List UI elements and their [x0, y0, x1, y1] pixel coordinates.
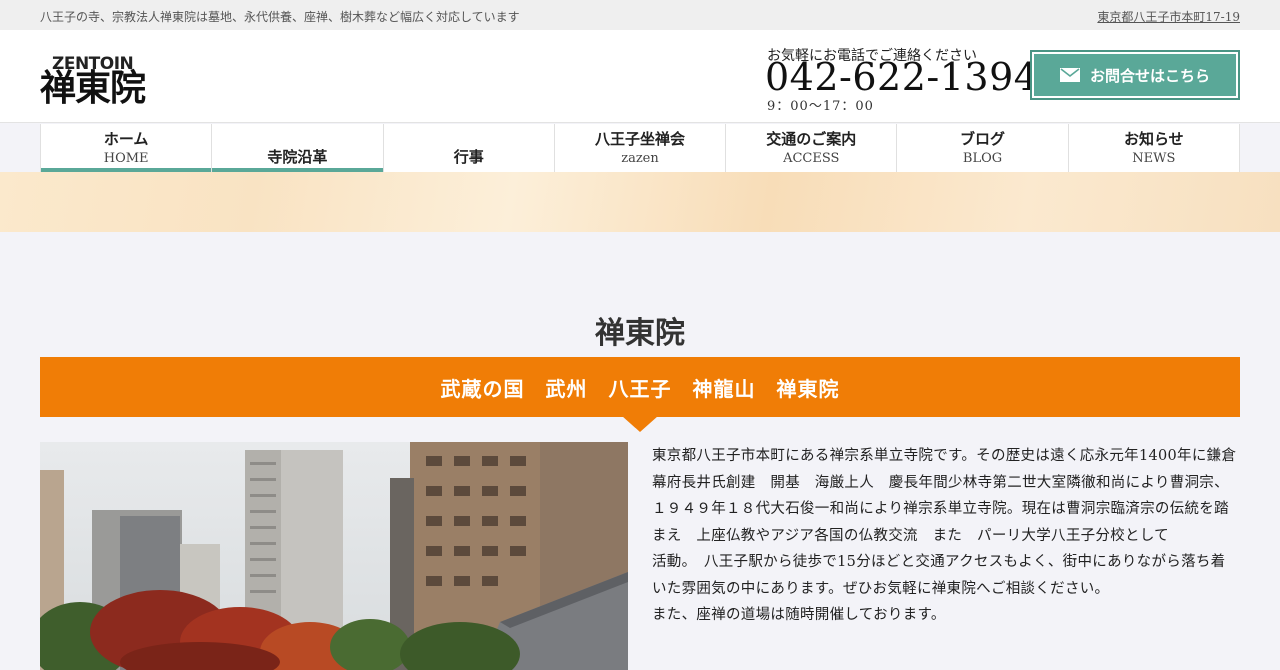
nav-sublabel: ACCESS [783, 151, 840, 166]
heading-banner: 武蔵の国 武州 八王子 神龍山 禅東院 [40, 357, 1240, 417]
nav-sublabel: BLOG [962, 151, 1003, 166]
nav-item-events[interactable]: 行事 [382, 124, 554, 172]
nav-item-history[interactable]: 寺院沿革 [211, 124, 383, 172]
nav-label: 寺院沿革 [267, 148, 328, 166]
nav-item-access[interactable]: 交通のご案内 ACCESS [725, 124, 896, 172]
intro-paragraph: また、座禅の道場は随時開催しております。 [652, 607, 946, 623]
main-nav: ホーム HOME 寺院沿革 行事 八王子坐禅会 zazen 交通のご案内 ACC… [40, 124, 1240, 172]
nav-sublabel: HOME [103, 151, 149, 166]
top-bar: 八王子の寺、宗教法人禅東院は墓地、永代供養、座禅、樹木葬など幅広く対応しています… [0, 0, 1280, 30]
decorative-banner [0, 172, 1280, 232]
temple-photo [40, 442, 628, 670]
nav-label: 行事 [453, 148, 484, 166]
nav-label: 交通のご案内 [766, 130, 857, 148]
nav-label: お知らせ [1123, 130, 1184, 148]
nav-label: ブログ [960, 130, 1006, 148]
intro-paragraph: 活動。 八王子駅から徒歩で15分ほどと交通アクセスもよく、街中にありながら落ち着… [652, 554, 1226, 597]
business-hours: 9：00〜17：00 [767, 99, 874, 114]
nav-item-zazen[interactable]: 八王子坐禅会 zazen [553, 124, 725, 172]
nav-item-home[interactable]: ホーム HOME [40, 124, 212, 172]
logo-japanese: 禅東院 [40, 67, 146, 109]
intro-text: 東京都八王子市本町にある禅宗系単立寺院です。その歴史は遠く応永元年1400年に鎌… [652, 443, 1240, 629]
nav-item-blog[interactable]: ブログ BLOG [896, 124, 1067, 172]
intro-paragraph: 東京都八王子市本町にある禅宗系単立寺院です。その歴史は遠く応永元年1400年に鎌… [652, 448, 1237, 544]
site-header: ZENTOIN 禅東院 お気軽にお電話でご連絡ください 042-622-1394… [0, 30, 1280, 123]
banner-arrow [622, 416, 658, 432]
nav-sublabel: zazen [621, 151, 659, 166]
nav-label: ホーム [103, 130, 149, 148]
page-title: 禅東院 [595, 316, 685, 351]
nav-sublabel: NEWS [1132, 151, 1176, 166]
nav-label: 八王子坐禅会 [594, 130, 685, 148]
phone-number[interactable]: 042-622-1394 [765, 56, 1038, 99]
address-link[interactable]: 東京都八王子市本町17-19 [1097, 8, 1240, 25]
heading-banner-text: 武蔵の国 武州 八王子 神龍山 禅東院 [440, 376, 840, 401]
contact-button[interactable]: お問合せはこちら [1030, 50, 1240, 100]
mail-icon [1059, 68, 1080, 82]
site-tagline: 八王子の寺、宗教法人禅東院は墓地、永代供養、座禅、樹木葬など幅広く対応しています [40, 10, 520, 24]
contact-button-label: お問合せはこちら [1089, 66, 1210, 85]
nav-item-news[interactable]: お知らせ NEWS [1067, 124, 1240, 172]
